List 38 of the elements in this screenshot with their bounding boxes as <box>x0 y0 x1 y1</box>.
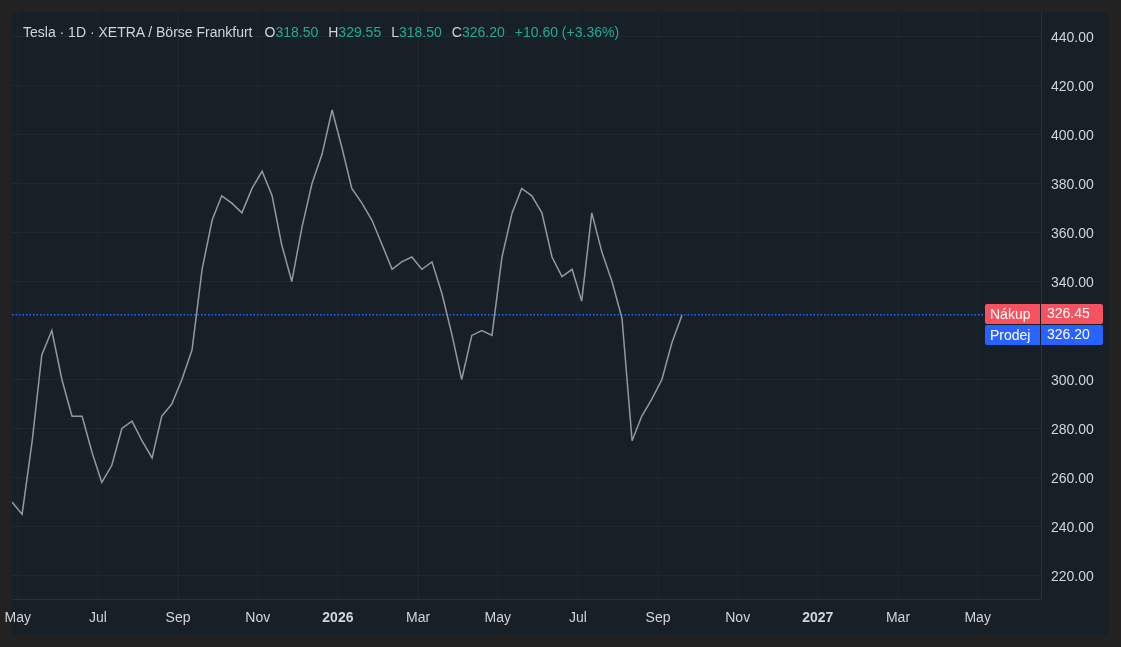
x-axis-label: Nov <box>244 609 272 625</box>
y-axis-label: 300.00 <box>1051 371 1094 388</box>
quote-price: 326.20 <box>1041 324 1103 345</box>
ohlc-value: 329.55 <box>338 24 382 40</box>
y-axis-label: 380.00 <box>1051 175 1094 192</box>
y-axis-label: 280.00 <box>1051 420 1094 437</box>
x-axis-label: May <box>483 609 512 625</box>
x-axis-label: May <box>963 609 992 625</box>
x-axis-label: 2027 <box>801 609 835 625</box>
x-axis-label: Sep <box>164 609 192 625</box>
x-axis-label: Mar <box>405 609 432 625</box>
y-axis-label: 240.00 <box>1051 518 1094 535</box>
y-axis-label: 340.00 <box>1051 273 1094 290</box>
x-axis-label: May <box>3 609 32 625</box>
ohlc-label: C <box>451 24 462 40</box>
ohlc-label: L <box>391 24 399 40</box>
x-axis-label: Jul <box>567 609 588 625</box>
quote-price: 326.45 <box>1041 303 1103 324</box>
quote-button[interactable]: Nákup <box>985 303 1040 324</box>
x-axis-label: 2026 <box>321 609 355 625</box>
y-axis-label: 440.00 <box>1051 28 1094 45</box>
x-axis-label: Mar <box>884 609 912 625</box>
quote-button[interactable]: Prodej <box>985 324 1040 345</box>
y-axis-label: 360.00 <box>1051 224 1094 241</box>
ohlc-value: 318.50 <box>275 24 319 40</box>
ohlc-value: 326.20 <box>461 24 505 40</box>
y-axis-label: 400.00 <box>1051 126 1094 143</box>
y-axis-label: 420.00 <box>1051 77 1094 94</box>
symbol-title: Tesla · 1D · XETRA / Börse Frankfurt <box>23 24 253 40</box>
x-axis-label: Nov <box>724 609 752 625</box>
ohlc-label: H <box>328 24 339 40</box>
x-axis-label: Jul <box>87 609 108 625</box>
ohlc-value: 318.50 <box>399 24 442 40</box>
price-change: +10.60 (+3.36%) <box>514 24 620 40</box>
y-axis-label: 260.00 <box>1051 469 1094 486</box>
x-axis-label: Sep <box>644 609 672 625</box>
ohlc-label: O <box>264 24 276 40</box>
y-axis-label: 220.00 <box>1051 567 1094 584</box>
